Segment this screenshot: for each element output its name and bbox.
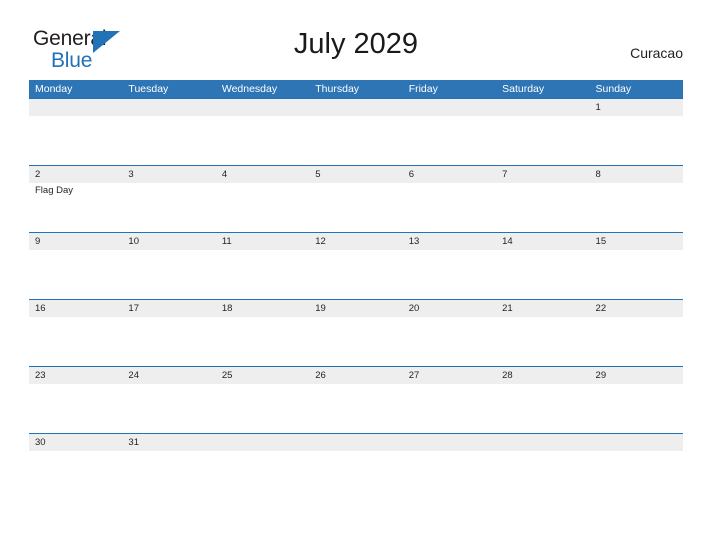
- day-cell[interactable]: 16: [29, 300, 122, 366]
- day-cell[interactable]: 19: [309, 300, 402, 366]
- day-cell[interactable]: 18: [216, 300, 309, 366]
- day-cell[interactable]: 28: [496, 367, 589, 433]
- day-number: 11: [221, 236, 232, 247]
- day-cell[interactable]: 13: [403, 233, 496, 299]
- day-number: 20: [408, 303, 420, 314]
- page-title: July 2029: [293, 28, 419, 60]
- day-cell[interactable]: 25: [216, 367, 309, 433]
- weekday-header-saturday: Saturday: [502, 83, 545, 95]
- day-number: 30: [35, 437, 46, 448]
- day-number: 15: [595, 236, 607, 247]
- day-cell[interactable]: [216, 434, 309, 457]
- calendar-grid: Monday Tuesday Wednesday Thursday Friday…: [29, 80, 683, 457]
- day-number: 27: [408, 370, 420, 381]
- day-cell[interactable]: 14: [496, 233, 589, 299]
- day-cell[interactable]: [496, 434, 589, 457]
- day-number: 13: [408, 236, 420, 247]
- day-number: 1: [595, 102, 601, 113]
- day-cell[interactable]: 5: [309, 166, 402, 232]
- weekday-header-row: Monday Tuesday Wednesday Thursday Friday…: [29, 80, 683, 98]
- page-header: General Blue July 2029 Curacao: [0, 0, 712, 78]
- day-number: 14: [502, 236, 513, 247]
- day-number: 26: [315, 370, 326, 381]
- calendar-week-row: 2 Flag Day 3 4 5 6 7 8: [29, 165, 683, 232]
- calendar-week-row: 1: [29, 98, 683, 165]
- weekday-header-sunday: Sunday: [595, 83, 632, 95]
- day-cell[interactable]: 10: [122, 233, 215, 299]
- day-cell[interactable]: 1: [590, 99, 683, 165]
- day-number: 10: [128, 236, 139, 247]
- day-number: 21: [502, 303, 513, 314]
- day-number: 23: [35, 370, 46, 381]
- week-days: 23 24 25 26 27 28 29: [29, 367, 683, 433]
- day-number: 7: [502, 169, 508, 180]
- day-event-label: Flag Day: [35, 185, 74, 196]
- day-cell[interactable]: 20: [403, 300, 496, 366]
- day-cell[interactable]: 30: [29, 434, 122, 457]
- day-number: 17: [128, 303, 139, 314]
- day-number: 16: [35, 303, 46, 314]
- day-cell[interactable]: 22: [590, 300, 683, 366]
- day-cell[interactable]: 31: [122, 434, 215, 457]
- day-cell[interactable]: [496, 99, 589, 165]
- day-number: 12: [315, 236, 326, 247]
- day-number: 22: [595, 303, 607, 314]
- day-number: 5: [315, 169, 321, 180]
- calendar-week-row: 16 17 18 19 20 21 22: [29, 299, 683, 366]
- week-days: 9 10 11 12 13 14 15: [29, 233, 683, 299]
- day-number: 2: [35, 169, 41, 180]
- day-cell[interactable]: [309, 99, 402, 165]
- day-cell[interactable]: 8: [590, 166, 683, 232]
- day-number: 6: [408, 169, 414, 180]
- day-number: 4: [221, 169, 228, 180]
- day-cell[interactable]: 23: [29, 367, 122, 433]
- day-cell[interactable]: 21: [496, 300, 589, 366]
- weekday-header-monday: Monday: [35, 83, 73, 95]
- day-number: 3: [128, 169, 134, 180]
- day-number: 24: [128, 370, 139, 381]
- calendar-week-row: 9 10 11 12 13 14 15: [29, 232, 683, 299]
- weekday-header-wednesday: Wednesday: [221, 83, 278, 95]
- day-cell[interactable]: 12: [309, 233, 402, 299]
- day-cell[interactable]: 17: [122, 300, 215, 366]
- week-days: 1: [29, 99, 683, 165]
- day-cell[interactable]: 3: [122, 166, 215, 232]
- weekday-header-friday: Friday: [408, 83, 438, 95]
- day-cell[interactable]: 7: [496, 166, 589, 232]
- calendar-week-row: 30 31: [29, 433, 683, 457]
- day-cell[interactable]: 15: [590, 233, 683, 299]
- day-cell[interactable]: [590, 434, 683, 457]
- day-number: 29: [595, 370, 607, 381]
- day-cell[interactable]: 26: [309, 367, 402, 433]
- location-label: Curacao: [630, 45, 683, 61]
- day-number: 8: [595, 169, 601, 180]
- day-cell[interactable]: [309, 434, 402, 457]
- day-cell[interactable]: 27: [403, 367, 496, 433]
- day-number: 9: [35, 236, 41, 247]
- day-cell[interactable]: [403, 99, 496, 165]
- day-cell[interactable]: [216, 99, 309, 165]
- day-cell[interactable]: 6: [403, 166, 496, 232]
- day-cell[interactable]: 29: [590, 367, 683, 433]
- weekday-header-thursday: Thursday: [315, 83, 360, 95]
- week-days: 2 Flag Day 3 4 5 6 7 8: [29, 166, 683, 232]
- day-cell[interactable]: [403, 434, 496, 457]
- day-number: 28: [502, 370, 513, 381]
- day-number: 25: [221, 370, 233, 381]
- weekday-header-tuesday: Tuesday: [128, 83, 169, 95]
- day-cell[interactable]: 9: [29, 233, 122, 299]
- week-days: 30 31: [29, 434, 683, 457]
- day-cell[interactable]: [29, 99, 122, 165]
- day-number: 19: [315, 303, 326, 314]
- day-number: 18: [221, 303, 233, 314]
- day-cell[interactable]: [122, 99, 215, 165]
- week-days: 16 17 18 19 20 21 22: [29, 300, 683, 366]
- day-number: 31: [128, 437, 139, 448]
- calendar-week-row: 23 24 25 26 27 28 29: [29, 366, 683, 433]
- day-cell[interactable]: 4: [216, 166, 309, 232]
- day-cell[interactable]: 2 Flag Day: [29, 166, 122, 232]
- day-cell[interactable]: 24: [122, 367, 215, 433]
- day-cell[interactable]: 11: [216, 233, 309, 299]
